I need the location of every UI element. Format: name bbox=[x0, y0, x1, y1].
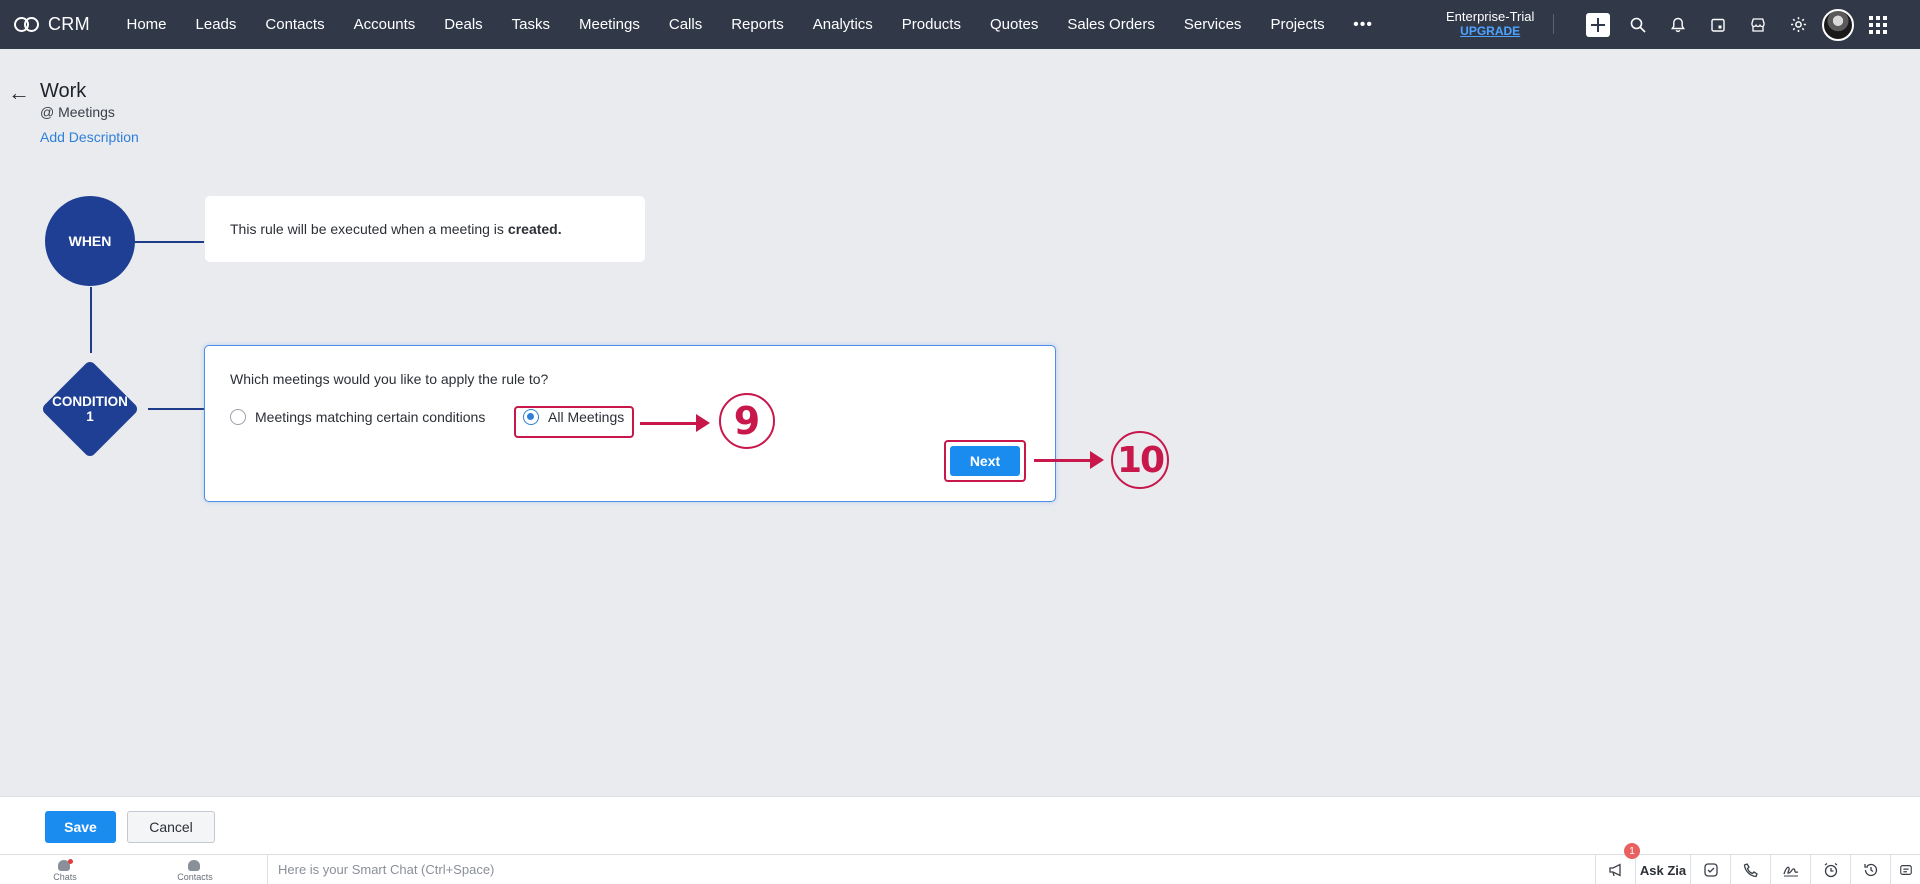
crm-logo-icon bbox=[14, 16, 40, 33]
search-button[interactable] bbox=[1618, 0, 1658, 49]
nav-item-sales-orders[interactable]: Sales Orders bbox=[1053, 16, 1170, 33]
radio-matching-conditions[interactable]: Meetings matching certain conditions bbox=[230, 409, 485, 425]
step-10-marker: 10 bbox=[1111, 431, 1169, 489]
divider bbox=[1553, 14, 1554, 34]
bell-icon bbox=[1671, 17, 1685, 32]
more-modules-icon[interactable]: ••• bbox=[1339, 16, 1387, 34]
plus-icon bbox=[1586, 12, 1610, 37]
annotation-arrow bbox=[640, 414, 710, 432]
connector-line bbox=[134, 241, 204, 243]
nav-item-quotes[interactable]: Quotes bbox=[975, 16, 1052, 33]
top-navigation-bar: CRM Home Leads Contacts Accounts Deals T… bbox=[0, 0, 1920, 49]
announcements-button[interactable]: 1 bbox=[1595, 843, 1640, 884]
contacts-tab[interactable]: Contacts bbox=[130, 858, 260, 882]
create-button[interactable] bbox=[1578, 0, 1618, 49]
chat-unread-dot bbox=[68, 858, 73, 864]
nav-item-deals[interactable]: Deals bbox=[430, 16, 497, 33]
when-text: This rule will be executed when a meetin… bbox=[230, 221, 504, 237]
sparkle-check-icon bbox=[1703, 863, 1718, 877]
history-icon bbox=[1863, 863, 1877, 877]
signature-icon bbox=[1782, 866, 1798, 877]
upgrade-link[interactable]: UPGRADE bbox=[1446, 24, 1534, 39]
crm-logo[interactable]: CRM bbox=[14, 14, 112, 35]
when-card[interactable]: This rule will be executed when a meetin… bbox=[205, 196, 645, 262]
edition-label: Enterprise-Trial bbox=[1446, 9, 1535, 24]
connector-line bbox=[90, 287, 92, 353]
connector-line bbox=[148, 408, 204, 410]
call-button[interactable] bbox=[1730, 855, 1770, 884]
brand-name: CRM bbox=[48, 14, 90, 34]
annotation-arrow bbox=[1034, 451, 1104, 469]
module-prefix: @ bbox=[40, 104, 55, 120]
zia-insights-button[interactable] bbox=[1690, 855, 1730, 884]
radio-label: Meetings matching certain conditions bbox=[255, 409, 486, 425]
calendar-button[interactable] bbox=[1698, 0, 1738, 49]
module-tabs: Home Leads Contacts Accounts Deals Tasks… bbox=[112, 16, 1387, 34]
divider bbox=[267, 854, 268, 884]
smart-chat-input[interactable]: Here is your Smart Chat (Ctrl+Space) bbox=[278, 862, 1538, 877]
nav-item-accounts[interactable]: Accounts bbox=[339, 16, 430, 33]
avatar bbox=[1822, 8, 1854, 41]
when-trigger: created. bbox=[507, 221, 562, 237]
marketplace-button[interactable] bbox=[1738, 0, 1778, 49]
rule-module: @ Meetings bbox=[40, 104, 115, 120]
nav-item-services[interactable]: Services bbox=[1169, 16, 1256, 33]
reminders-button[interactable] bbox=[1810, 855, 1850, 884]
chats-tab[interactable]: Chats bbox=[0, 858, 130, 882]
condition-card: Which meetings would you like to apply t… bbox=[204, 345, 1056, 502]
condition-number: 1 bbox=[86, 409, 94, 424]
status-bar: Chats Contacts Here is your Smart Chat (… bbox=[0, 843, 1920, 884]
highlight-box bbox=[944, 440, 1026, 482]
status-bar-tools: 1 Ask Zia bbox=[1595, 843, 1920, 884]
nav-item-tasks[interactable]: Tasks bbox=[497, 16, 564, 33]
module-name: Meetings bbox=[58, 104, 115, 120]
app-launcher-button[interactable] bbox=[1858, 0, 1898, 49]
nav-item-calls[interactable]: Calls bbox=[654, 16, 716, 33]
condition-node: CONDITION 1 bbox=[30, 349, 150, 469]
recent-history-button[interactable] bbox=[1850, 855, 1890, 884]
when-node: WHEN bbox=[45, 196, 135, 286]
nav-item-projects[interactable]: Projects bbox=[1256, 16, 1339, 33]
nav-item-contacts[interactable]: Contacts bbox=[251, 16, 339, 33]
megaphone-icon bbox=[1608, 863, 1621, 877]
nav-item-meetings[interactable]: Meetings bbox=[565, 16, 655, 33]
phone-icon bbox=[1743, 863, 1758, 878]
edition-info: Enterprise-Trial UPGRADE bbox=[1446, 9, 1534, 39]
cancel-button[interactable]: Cancel bbox=[127, 811, 215, 843]
save-button[interactable]: Save bbox=[45, 811, 116, 843]
notification-badge: 1 bbox=[1624, 843, 1640, 859]
when-node-label: WHEN bbox=[68, 233, 112, 249]
gear-icon bbox=[1790, 17, 1806, 32]
top-right-toolbar bbox=[1578, 0, 1898, 49]
contacts-label: Contacts bbox=[177, 871, 213, 882]
condition-question: Which meetings would you like to apply t… bbox=[230, 371, 549, 387]
nav-item-analytics[interactable]: Analytics bbox=[798, 16, 887, 33]
settings-button[interactable] bbox=[1778, 0, 1818, 49]
nav-item-leads[interactable]: Leads bbox=[181, 16, 251, 33]
nav-item-home[interactable]: Home bbox=[112, 16, 181, 33]
condition-label-text: CONDITION bbox=[52, 394, 128, 409]
nav-item-reports[interactable]: Reports bbox=[717, 16, 799, 33]
add-description-link[interactable]: Add Description bbox=[40, 129, 139, 145]
search-icon bbox=[1630, 17, 1646, 33]
calendar-icon bbox=[1711, 18, 1725, 32]
feedback-button[interactable] bbox=[1890, 855, 1920, 884]
notifications-button[interactable] bbox=[1658, 0, 1698, 49]
feedback-icon bbox=[1899, 865, 1912, 875]
step-9-marker: 9 bbox=[719, 393, 775, 449]
signature-button[interactable] bbox=[1770, 855, 1810, 884]
store-icon bbox=[1751, 17, 1765, 32]
nav-item-products[interactable]: Products bbox=[887, 16, 975, 33]
highlight-box bbox=[514, 406, 634, 438]
rule-title: Work bbox=[40, 80, 87, 102]
chats-label: Chats bbox=[53, 871, 77, 882]
radio-button[interactable] bbox=[230, 409, 246, 425]
condition-node-label: CONDITION 1 bbox=[52, 394, 128, 424]
alarm-clock-icon bbox=[1824, 862, 1837, 878]
back-arrow-icon[interactable]: ← bbox=[8, 80, 30, 106]
grid-icon bbox=[1869, 15, 1887, 34]
profile-button[interactable] bbox=[1818, 0, 1858, 49]
ask-zia-button[interactable]: Ask Zia bbox=[1635, 855, 1690, 884]
